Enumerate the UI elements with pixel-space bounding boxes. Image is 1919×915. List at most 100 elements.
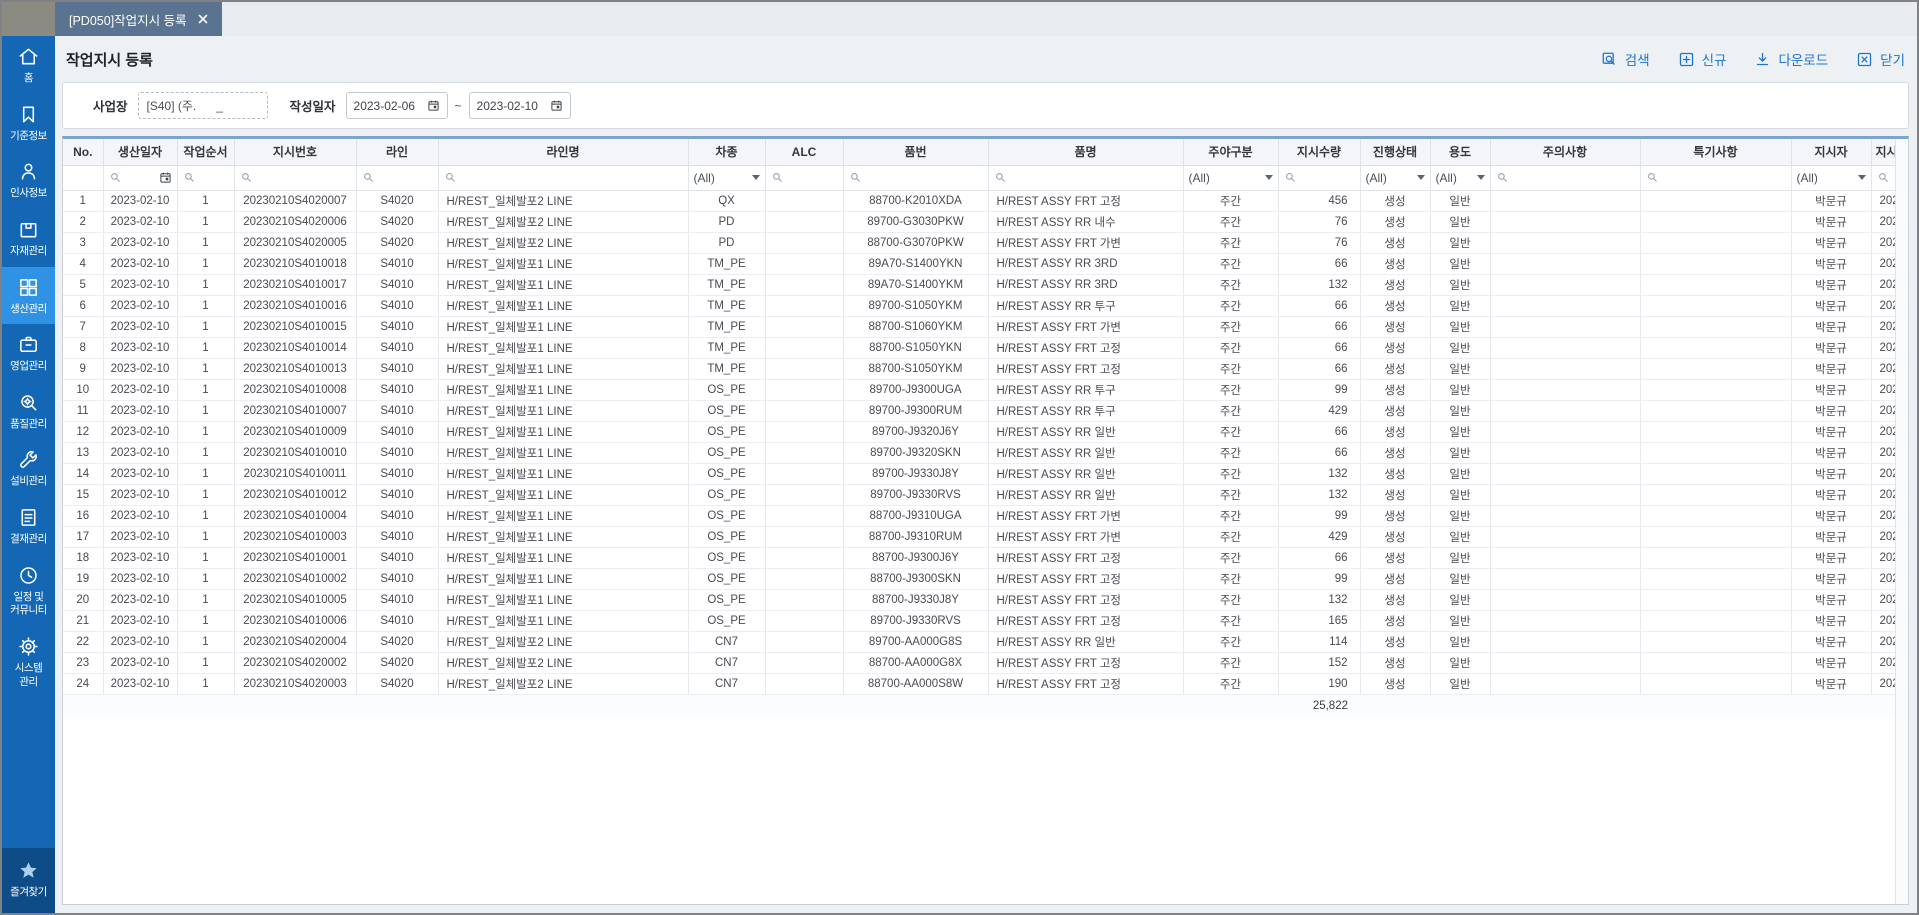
table-row[interactable]: 122023-02-10120230210S4010009S4010H/REST… bbox=[63, 421, 1895, 442]
filter-cell-12[interactable]: (All) bbox=[1360, 165, 1430, 190]
date-to-input[interactable]: 2023-02-10 bbox=[469, 92, 571, 119]
new-button[interactable]: 신규 bbox=[1678, 49, 1727, 69]
filter-cell-14[interactable] bbox=[1490, 165, 1640, 190]
cell-7 bbox=[765, 463, 843, 484]
search-button[interactable]: 검색 bbox=[1601, 49, 1650, 69]
cell-16: 박문규 bbox=[1791, 211, 1871, 232]
filter-cell-13[interactable]: (All) bbox=[1430, 165, 1490, 190]
column-header-4[interactable]: 라인 bbox=[356, 139, 438, 165]
column-header-12[interactable]: 진행상태 bbox=[1360, 139, 1430, 165]
download-button[interactable]: 다운로드 bbox=[1754, 49, 1828, 69]
cell-1: 2023-02-10 bbox=[103, 610, 177, 631]
table-row[interactable]: 172023-02-10120230210S4010003S4010H/REST… bbox=[63, 526, 1895, 547]
sidebar-item-home[interactable]: 홈 bbox=[2, 36, 55, 94]
table-row[interactable]: 212023-02-10120230210S4010006S4010H/REST… bbox=[63, 610, 1895, 631]
sidebar-item-production[interactable]: 생산관리 bbox=[2, 267, 55, 325]
cell-1: 2023-02-10 bbox=[103, 505, 177, 526]
sidebar-item-system[interactable]: 시스템 관리 bbox=[2, 626, 55, 697]
filter-cell-4[interactable] bbox=[356, 165, 438, 190]
filter-cell-2[interactable] bbox=[177, 165, 234, 190]
column-header-8[interactable]: 품번 bbox=[843, 139, 988, 165]
sidebar-item-hr-info[interactable]: 인사정보 bbox=[2, 151, 55, 209]
close-button[interactable]: 닫기 bbox=[1856, 49, 1905, 69]
table-row[interactable]: 152023-02-10120230210S4010012S4010H/REST… bbox=[63, 484, 1895, 505]
column-header-16[interactable]: 지시자 bbox=[1791, 139, 1871, 165]
clock-icon bbox=[17, 564, 40, 587]
tab-close-icon[interactable] bbox=[198, 14, 208, 24]
cell-5: H/REST_일체발포2 LINE bbox=[438, 673, 688, 694]
filter-cell-8[interactable] bbox=[843, 165, 988, 190]
table-row[interactable]: 82023-02-10120230210S4010014S4010H/REST_… bbox=[63, 337, 1895, 358]
column-header-14[interactable]: 주의사항 bbox=[1490, 139, 1640, 165]
column-header-6[interactable]: 차종 bbox=[688, 139, 765, 165]
column-header-13[interactable]: 용도 bbox=[1430, 139, 1490, 165]
column-header-17[interactable]: 지시 bbox=[1871, 139, 1895, 165]
sidebar-item-favorites[interactable]: 즐겨찾기 bbox=[2, 848, 55, 913]
filter-cell-17[interactable] bbox=[1871, 165, 1895, 190]
table-row[interactable]: 72023-02-10120230210S4010015S4010H/REST_… bbox=[63, 316, 1895, 337]
table-row[interactable]: 182023-02-10120230210S4010001S4010H/REST… bbox=[63, 547, 1895, 568]
table-row[interactable]: 232023-02-10120230210S4020002S4020H/REST… bbox=[63, 652, 1895, 673]
site-input[interactable]: [S40] (주. _ bbox=[138, 92, 268, 119]
column-header-5[interactable]: 라인명 bbox=[438, 139, 688, 165]
cell-8: 88700-AA000S8W bbox=[843, 673, 988, 694]
filter-cell-9[interactable] bbox=[988, 165, 1183, 190]
cell-8: 88700-AA000G8X bbox=[843, 652, 988, 673]
cell-0: 18 bbox=[63, 547, 103, 568]
table-row[interactable]: 162023-02-10120230210S4010004S4010H/REST… bbox=[63, 505, 1895, 526]
sidebar-item-quality[interactable]: 품질관리 bbox=[2, 382, 55, 440]
table-row[interactable]: 52023-02-10120230210S4010017S4010H/REST_… bbox=[63, 274, 1895, 295]
table-row[interactable]: 242023-02-10120230210S4020003S4020H/REST… bbox=[63, 673, 1895, 694]
filter-cell-15[interactable] bbox=[1640, 165, 1791, 190]
table-row[interactable]: 112023-02-10120230210S4010007S4010H/REST… bbox=[63, 400, 1895, 421]
cell-8: 89700-J9300RUM bbox=[843, 400, 988, 421]
cell-5: H/REST_일체발포2 LINE bbox=[438, 190, 688, 211]
table-row[interactable]: 132023-02-10120230210S4010010S4010H/REST… bbox=[63, 442, 1895, 463]
table-row[interactable]: 222023-02-10120230210S4020004S4020H/REST… bbox=[63, 631, 1895, 652]
cell-17: 202 bbox=[1871, 484, 1895, 505]
sidebar-item-material[interactable]: 자재관리 bbox=[2, 209, 55, 267]
table-row[interactable]: 22023-02-10120230210S4020006S4020H/REST_… bbox=[63, 211, 1895, 232]
table-row[interactable]: 62023-02-10120230210S4010016S4010H/REST_… bbox=[63, 295, 1895, 316]
date-from-input[interactable]: 2023-02-06 bbox=[346, 92, 448, 119]
filter-cell-16[interactable]: (All) bbox=[1791, 165, 1871, 190]
sidebar-item-sales[interactable]: 영업관리 bbox=[2, 324, 55, 382]
sidebar-item-base-info[interactable]: 기준정보 bbox=[2, 94, 55, 152]
table-row[interactable]: 42023-02-10120230210S4010018S4010H/REST_… bbox=[63, 253, 1895, 274]
filter-cell-10[interactable]: (All) bbox=[1183, 165, 1278, 190]
filter-cell-7[interactable] bbox=[765, 165, 843, 190]
column-header-15[interactable]: 특기사항 bbox=[1640, 139, 1791, 165]
filter-cell-5[interactable] bbox=[438, 165, 688, 190]
cell-4: S4010 bbox=[356, 316, 438, 337]
filter-cell-3[interactable] bbox=[234, 165, 356, 190]
filter-cell-6[interactable]: (All) bbox=[688, 165, 765, 190]
cell-8: 88700-S1050YKN bbox=[843, 337, 988, 358]
column-header-7[interactable]: ALC bbox=[765, 139, 843, 165]
cell-10: 주간 bbox=[1183, 337, 1278, 358]
table-row[interactable]: 32023-02-10120230210S4020005S4020H/REST_… bbox=[63, 232, 1895, 253]
cell-4: S4010 bbox=[356, 442, 438, 463]
filter-cell-1[interactable] bbox=[103, 165, 177, 190]
vertical-scrollbar[interactable] bbox=[1895, 139, 1908, 904]
column-header-1[interactable]: 생산일자 bbox=[103, 139, 177, 165]
column-header-11[interactable]: 지시수량 bbox=[1278, 139, 1360, 165]
table-row[interactable]: 92023-02-10120230210S4010013S4010H/REST_… bbox=[63, 358, 1895, 379]
column-header-9[interactable]: 품명 bbox=[988, 139, 1183, 165]
sidebar-item-schedule[interactable]: 일정 및 커뮤니티 bbox=[2, 555, 55, 626]
table-row[interactable]: 202023-02-10120230210S4010005S4010H/REST… bbox=[63, 589, 1895, 610]
table-row[interactable]: 142023-02-10120230210S4010011S4010H/REST… bbox=[63, 463, 1895, 484]
cell-2: 1 bbox=[177, 253, 234, 274]
cell-17: 202 bbox=[1871, 442, 1895, 463]
tab-work-order[interactable]: [PD050]작업지시 등록 bbox=[55, 2, 222, 36]
filter-cell-11[interactable] bbox=[1278, 165, 1360, 190]
column-header-2[interactable]: 작업순서 bbox=[177, 139, 234, 165]
table-row[interactable]: 12023-02-10120230210S4020007S4020H/REST_… bbox=[63, 190, 1895, 211]
column-header-10[interactable]: 주야구분 bbox=[1183, 139, 1278, 165]
table-row[interactable]: 192023-02-10120230210S4010002S4010H/REST… bbox=[63, 568, 1895, 589]
sidebar-item-approval[interactable]: 결재관리 bbox=[2, 497, 55, 555]
column-header-0[interactable]: No. bbox=[63, 139, 103, 165]
sidebar-item-equipment[interactable]: 설비관리 bbox=[2, 439, 55, 497]
column-header-3[interactable]: 지시번호 bbox=[234, 139, 356, 165]
table-row[interactable]: 102023-02-10120230210S4010008S4010H/REST… bbox=[63, 379, 1895, 400]
cell-11: 429 bbox=[1278, 400, 1360, 421]
